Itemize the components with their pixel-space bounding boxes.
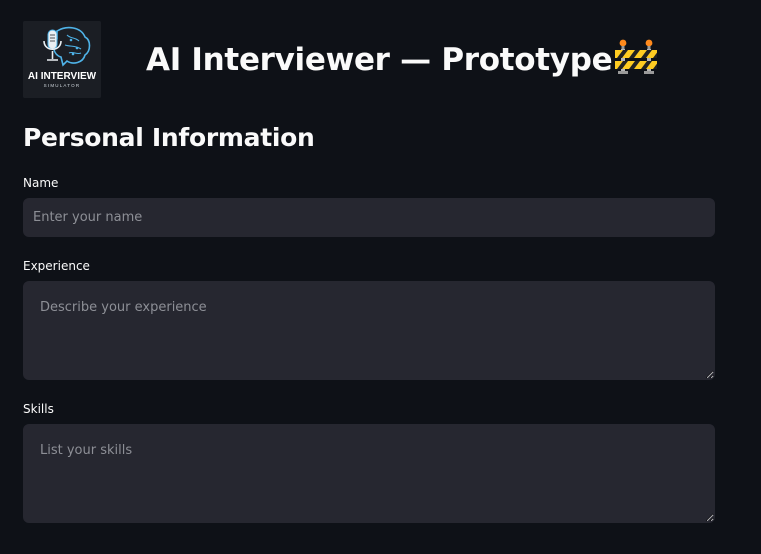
app-title-text: AI Interviewer — Prototype — [146, 42, 613, 78]
name-input[interactable] — [23, 198, 715, 237]
logo-text-secondary: SIMULATOR — [44, 83, 81, 88]
app-title: AI Interviewer — Prototype — [146, 38, 658, 81]
app-logo: AI INTERVIEW SIMULATOR — [23, 21, 101, 98]
experience-textarea[interactable] — [23, 281, 715, 380]
name-label: Name — [23, 176, 59, 190]
skills-textarea[interactable] — [23, 424, 715, 523]
app-page: AI INTERVIEW SIMULATOR AI Interviewer — … — [0, 0, 761, 554]
experience-label: Experience — [23, 259, 90, 273]
section-title-personal-information: Personal Information — [23, 123, 315, 152]
construction-barrier-icon — [615, 39, 658, 74]
skills-label: Skills — [23, 402, 54, 416]
microphone-brain-icon: AI INTERVIEW SIMULATOR — [23, 21, 101, 98]
logo-text-primary: AI INTERVIEW — [28, 71, 97, 82]
